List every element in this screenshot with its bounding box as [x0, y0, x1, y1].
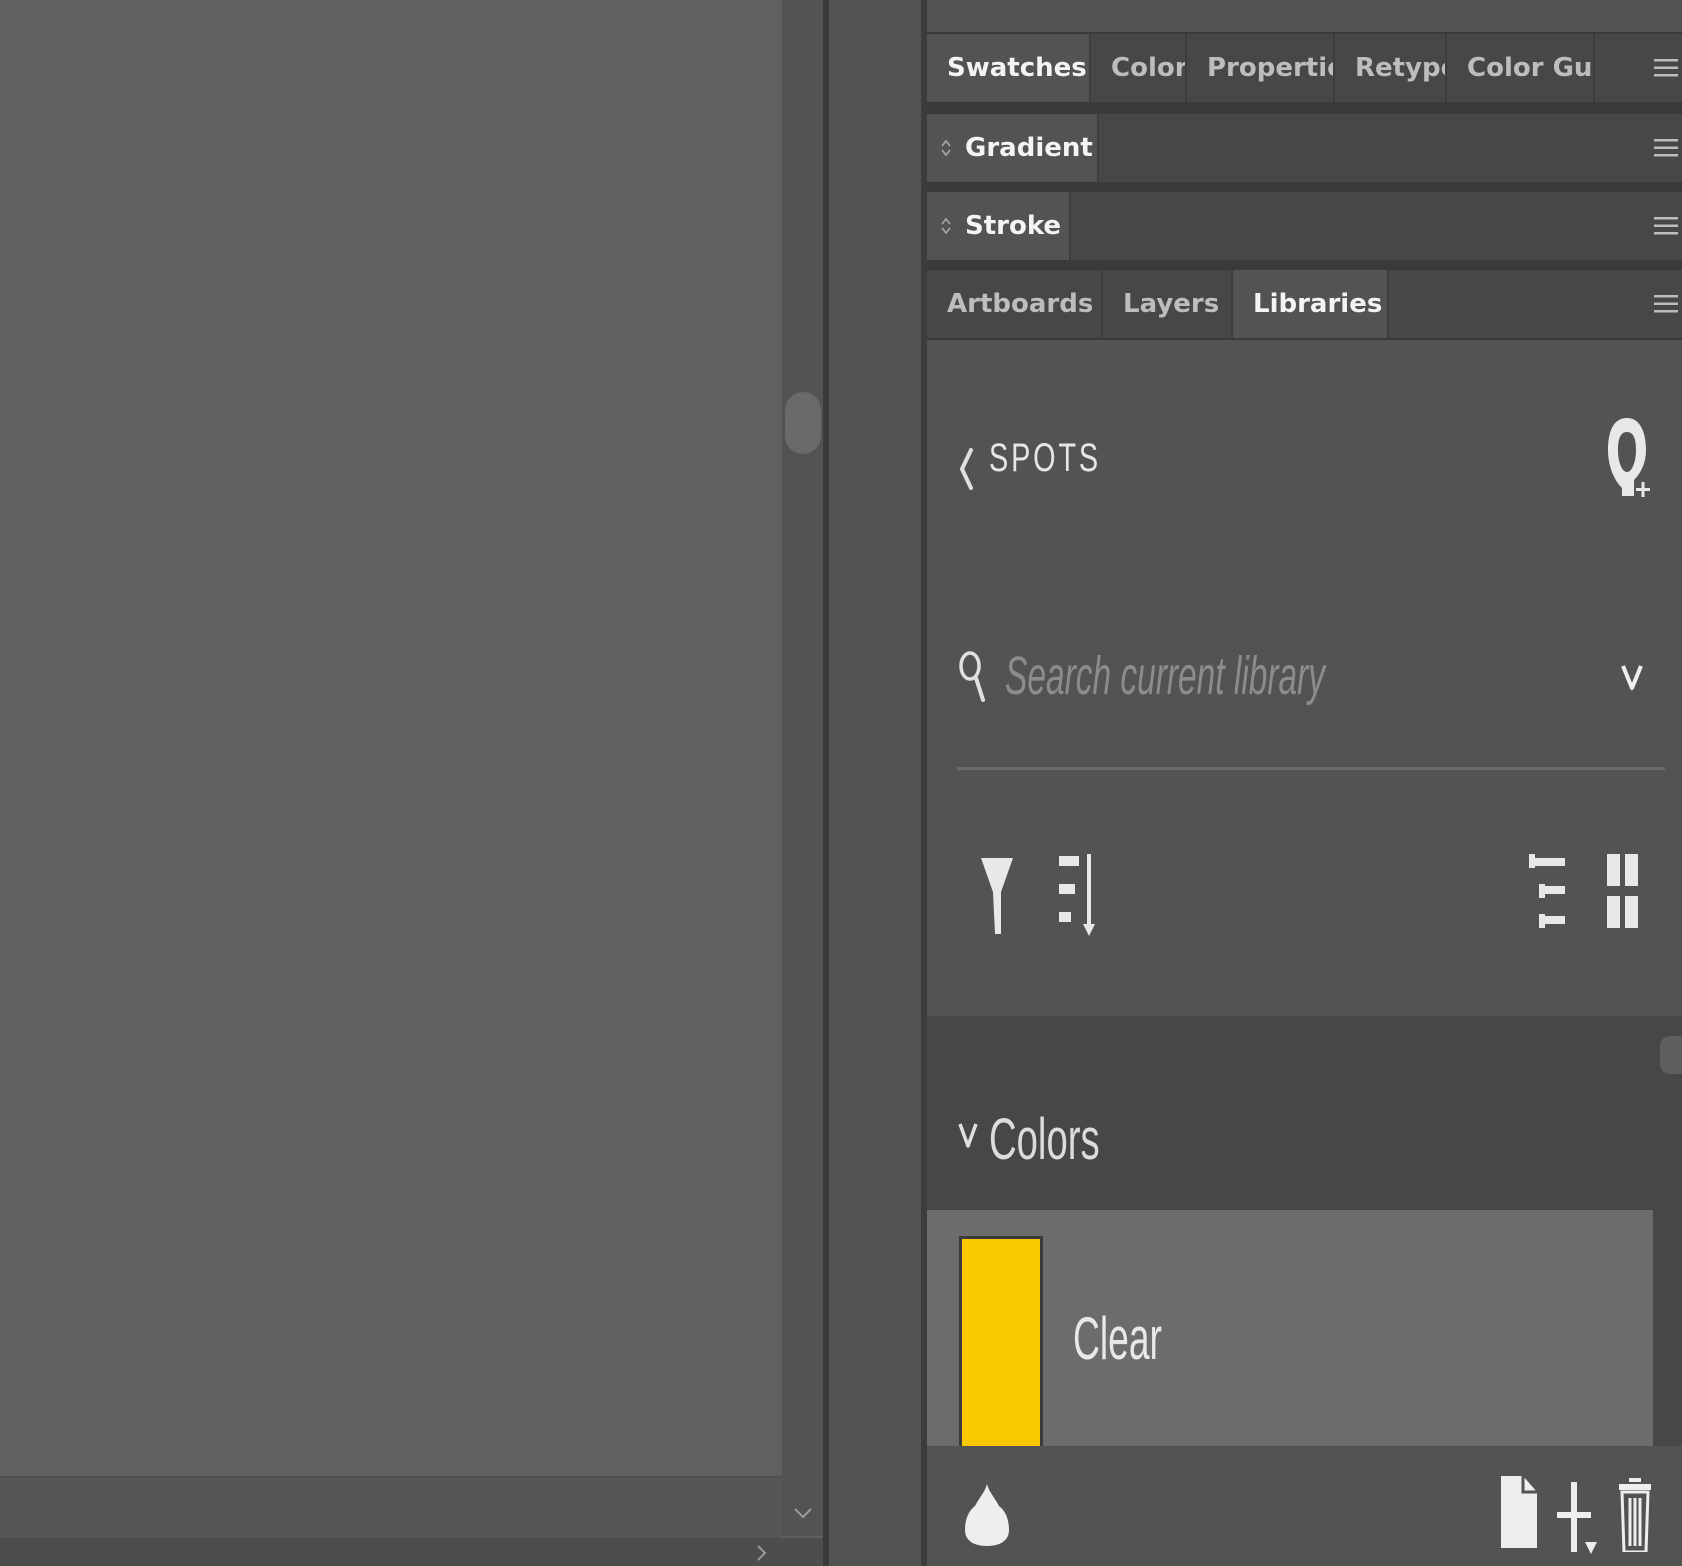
section-heading-colors[interactable]: Colors	[989, 1106, 1100, 1173]
panel-group-stroke: Stroke	[927, 192, 1682, 260]
list-view-icon[interactable]	[1527, 850, 1567, 932]
libraries-panel: SPOTS	[927, 340, 1682, 1016]
document-canvas[interactable]	[0, 0, 782, 1476]
panel-group-gradient: Gradient	[927, 114, 1682, 182]
dock-top-strip	[927, 0, 1682, 34]
color-name: Clear	[1073, 1305, 1162, 1372]
tab-stroke[interactable]: Stroke	[927, 192, 1071, 260]
new-document-icon[interactable]	[1499, 1474, 1539, 1550]
tab-swatches[interactable]: Swatches	[927, 34, 1091, 102]
scroll-down-icon[interactable]	[790, 1500, 816, 1526]
filter-icon[interactable]	[979, 854, 1015, 936]
panel-group-libraries: Artboards Layers Libraries	[927, 270, 1682, 338]
tab-retype[interactable]: Retype	[1335, 34, 1447, 102]
horizontal-scrollbar[interactable]	[0, 1538, 823, 1566]
hamburger-menu-icon[interactable]	[1652, 290, 1680, 318]
scroll-right-icon[interactable]	[750, 1542, 772, 1564]
collapse-toggle-icon[interactable]	[939, 136, 953, 160]
trash-icon[interactable]	[1619, 1478, 1651, 1552]
library-content-list[interactable]: Colors Clear	[927, 1016, 1682, 1446]
search-icon	[959, 651, 985, 702]
hamburger-menu-icon[interactable]	[1652, 134, 1680, 162]
search-underline	[957, 767, 1665, 770]
sort-icon[interactable]	[1057, 852, 1097, 938]
scrollbar-thumb[interactable]	[785, 392, 821, 454]
list-scrollbar-thumb[interactable]	[1660, 1036, 1682, 1074]
tab-gradient[interactable]: Gradient	[927, 114, 1099, 182]
grid-view-icon[interactable]	[1607, 854, 1639, 930]
hamburger-menu-icon[interactable]	[1652, 212, 1680, 240]
tab-layers[interactable]: Layers	[1103, 270, 1233, 338]
panel-group-swatches: Swatches Color Properties Retype Color G…	[927, 34, 1682, 102]
tab-color[interactable]: Color	[1091, 34, 1187, 102]
tab-properties[interactable]: Properties	[1187, 34, 1335, 102]
dock-gutter	[829, 0, 921, 1566]
chevron-down-icon[interactable]	[1619, 660, 1645, 694]
vertical-scrollbar[interactable]	[782, 0, 823, 1536]
libraries-footer	[927, 1446, 1682, 1566]
tab-libraries[interactable]: Libraries	[1233, 270, 1389, 338]
search-input[interactable]	[1005, 636, 1328, 716]
collapse-toggle-icon[interactable]	[939, 214, 953, 238]
color-swatch[interactable]	[959, 1236, 1043, 1446]
chevron-left-icon[interactable]	[957, 444, 975, 494]
hamburger-menu-icon[interactable]	[1652, 54, 1680, 82]
panel-dock: Swatches Color Properties Retype Color G…	[927, 0, 1682, 1566]
stroke-label: Stroke	[965, 211, 1062, 241]
color-drop-icon[interactable]	[965, 1482, 1009, 1546]
status-bar	[0, 1476, 782, 1540]
list-item[interactable]: Clear	[927, 1210, 1653, 1446]
chevron-down-icon[interactable]	[957, 1120, 979, 1150]
library-name[interactable]: SPOTS	[989, 436, 1101, 481]
add-user-icon[interactable]	[1602, 410, 1652, 510]
plus-icon[interactable]	[1557, 1480, 1599, 1556]
gradient-label: Gradient	[965, 133, 1093, 163]
tab-color-guide[interactable]: Color Guide	[1447, 34, 1595, 102]
tab-artboards[interactable]: Artboards	[927, 270, 1103, 338]
